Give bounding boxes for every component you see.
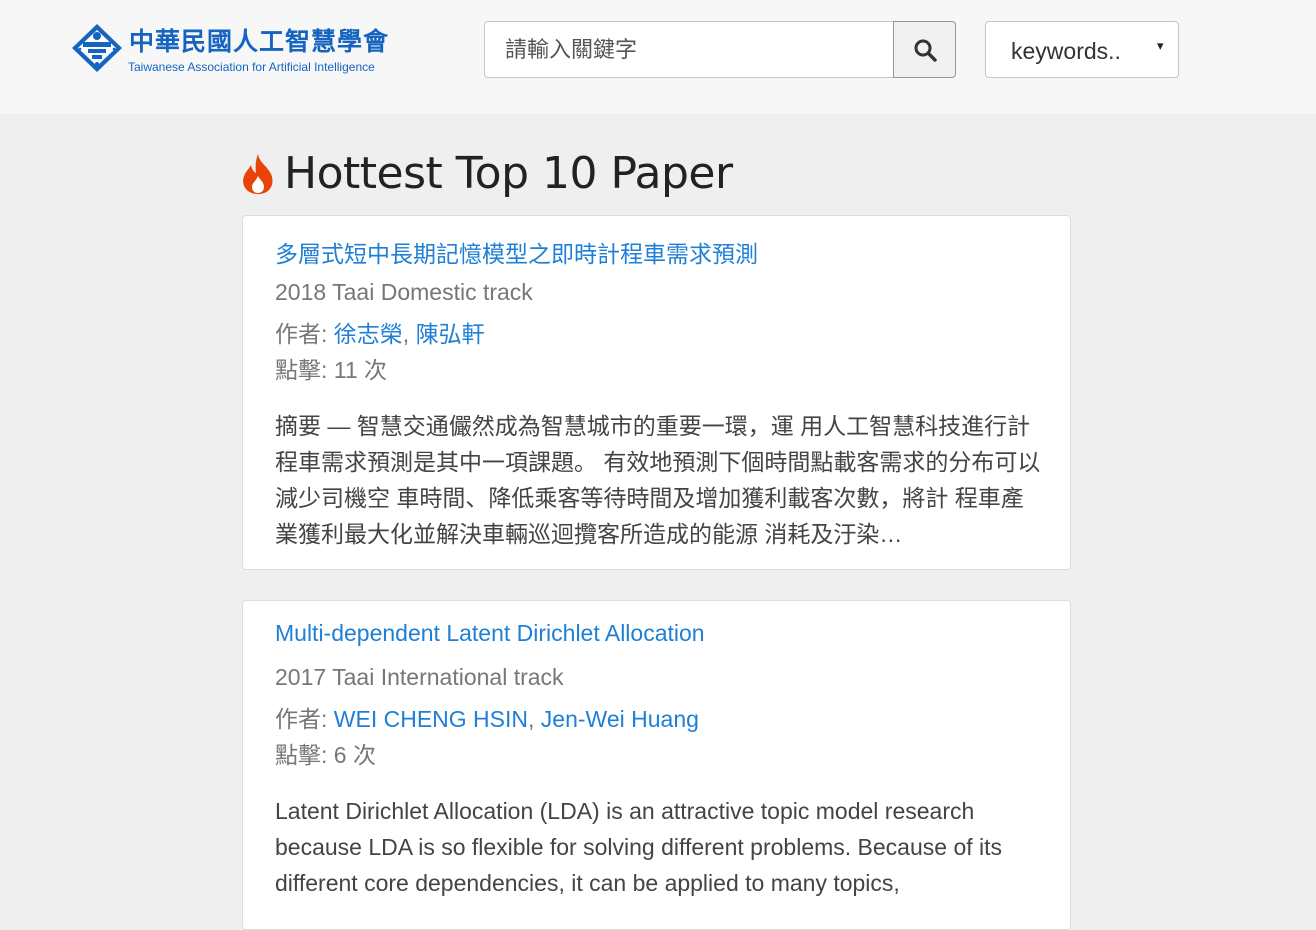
paper-abstract: Latent Dirichlet Allocation (LDA) is an …: [275, 798, 1003, 896]
authors-label: 作者:: [275, 321, 334, 347]
author-link[interactable]: 陳弘軒: [416, 321, 485, 347]
paper-card: 多層式短中長期記憶模型之即時計程車需求預測 2018 Taai Domestic…: [242, 215, 1071, 570]
paper-authors: 作者: 徐志榮, 陳弘軒: [275, 315, 485, 349]
site-logo[interactable]: 中華民國人工智慧學會 Taiwanese Association for Art…: [70, 22, 430, 76]
logo-chinese-name: 中華民國人工智慧學會: [129, 28, 390, 56]
logo-english-name: Taiwanese Association for Artificial Int…: [128, 60, 375, 74]
paper-card: Multi-dependent Latent Dirichlet Allocat…: [242, 600, 1071, 930]
author-separator: ,: [528, 706, 541, 732]
search-button[interactable]: [893, 21, 956, 78]
authors-label: 作者:: [275, 706, 334, 732]
fire-icon: [243, 154, 273, 194]
author-separator: ,: [402, 321, 416, 347]
paper-abstract: 摘要 — 智慧交通儼然成為智慧城市的重要一環，運 用人工智慧科技進行計程車需求預…: [275, 413, 1041, 547]
page-title: Hottest Top 10 Paper: [284, 148, 733, 199]
paper-title-link[interactable]: 多層式短中長期記憶模型之即時計程車需求預測: [275, 235, 758, 269]
search-field-select[interactable]: keywords.. ▾: [985, 21, 1179, 78]
author-link[interactable]: 徐志榮: [334, 321, 403, 347]
paper-authors: 作者: WEI CHENG HSIN, Jen-Wei Huang: [275, 700, 699, 734]
search-input[interactable]: [485, 22, 893, 77]
search-bar: [484, 21, 956, 78]
search-icon: [914, 39, 937, 62]
author-link[interactable]: WEI CHENG HSIN: [334, 706, 528, 732]
paper-click-count: 點擊: 11 次: [275, 357, 388, 383]
paper-track: 2017 Taai International track: [275, 664, 564, 690]
paper-title-link[interactable]: Multi-dependent Latent Dirichlet Allocat…: [275, 620, 705, 647]
paper-click-count: 點擊: 6 次: [275, 742, 376, 768]
paper-track: 2018 Taai Domestic track: [275, 279, 533, 305]
logo-mark-icon: [72, 24, 122, 72]
select-value: keywords..: [1011, 38, 1121, 64]
chevron-down-icon: ▾: [1157, 38, 1164, 53]
site-header: 中華民國人工智慧學會 Taiwanese Association for Art…: [0, 0, 1316, 114]
author-link[interactable]: Jen-Wei Huang: [541, 706, 699, 732]
